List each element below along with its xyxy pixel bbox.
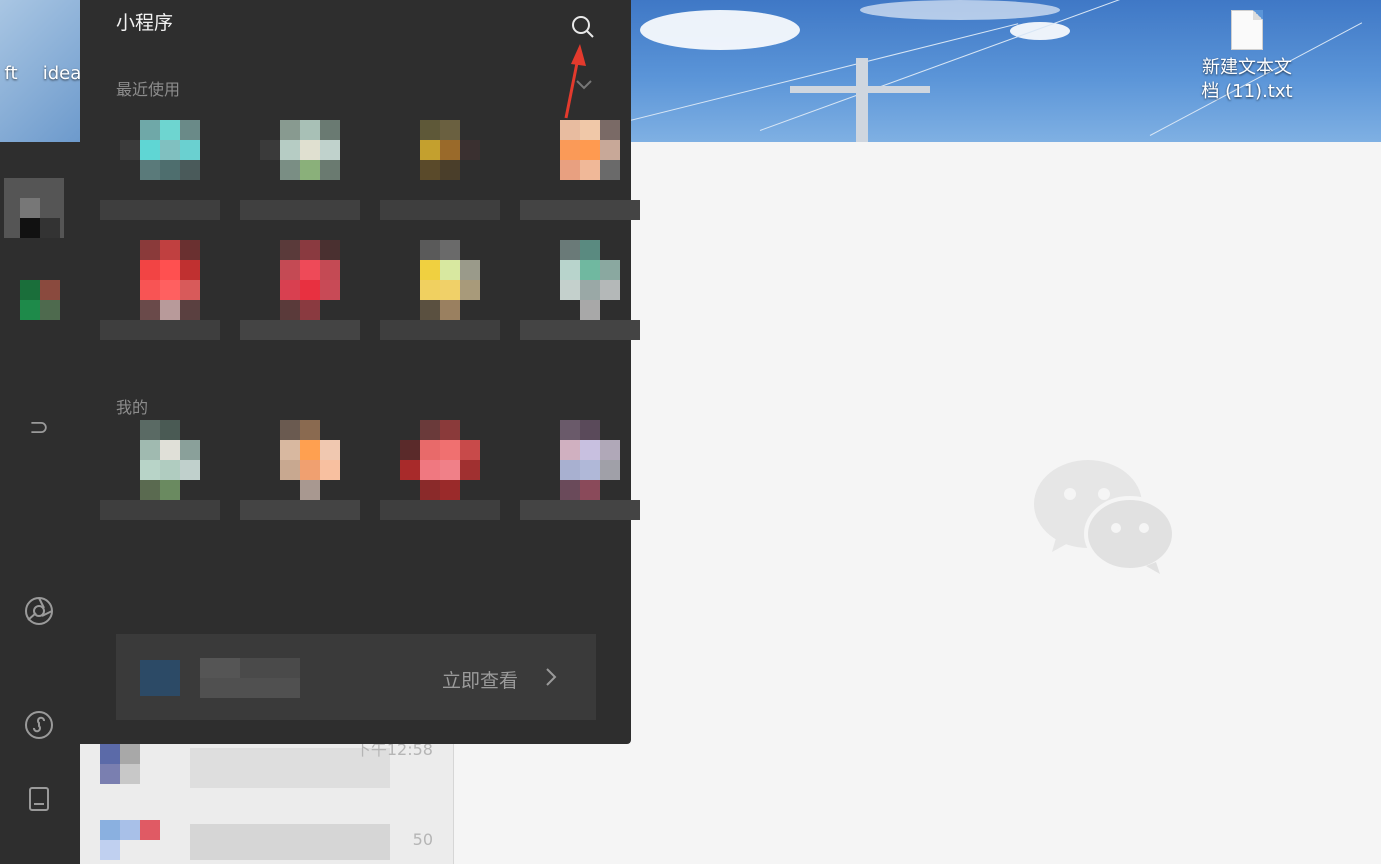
app-name [520,320,640,340]
recent-section-label: 最近使用 [116,80,181,99]
app-icon [540,420,620,500]
chat-preview[interactable] [190,824,390,860]
text-file-icon [1231,10,1263,50]
cloud [640,10,800,50]
phone-nav-icon[interactable] [24,784,54,814]
app-name [100,500,220,520]
contacts-nav-icon[interactable]: ⊃ [24,412,54,442]
mini-program-tile[interactable] [520,120,640,240]
app-icon [260,420,340,500]
desktop-icon-idea[interactable]: idea [40,62,84,86]
app-name [520,500,640,520]
app-icon [120,120,200,200]
mini-program-tile[interactable] [380,240,500,360]
app-name [240,500,360,520]
app-icon [120,240,200,320]
mini-program-tile[interactable] [520,240,640,360]
cloud [1010,22,1070,40]
banner-title [200,658,340,698]
app-name [380,200,500,220]
cloud [860,0,1060,20]
chat-avatar[interactable] [100,744,180,800]
app-name [100,200,220,220]
utility-pole-crossarm [790,86,930,93]
mini-program-tile[interactable] [240,420,360,540]
desktop-file-icon[interactable]: 新建文本文 档 (11).txt [1192,10,1302,104]
app-icon [540,120,620,200]
mini-program-tile[interactable] [240,120,360,240]
app-icon [260,120,340,200]
banner-thumbnail [140,660,180,696]
mine-section-label: 我的 [116,398,149,417]
app-name [520,200,640,220]
mini-program-panel: 小程序 最近使用 我的 立即查看 [80,0,640,744]
panel-title: 小程序 [116,12,174,34]
avatar[interactable] [4,178,64,238]
chevron-right-icon [546,668,557,686]
mini-program-tile[interactable] [380,420,500,540]
app-name [240,320,360,340]
chat-list: 下午12:58 50 [80,740,454,864]
app-name [380,320,500,340]
app-icon [260,240,340,320]
search-icon[interactable] [570,14,596,40]
chat-nav-icon[interactable] [20,280,60,320]
app-icon [540,240,620,320]
moments-nav-icon[interactable] [24,596,54,626]
app-name [100,320,220,340]
mini-program-tile[interactable] [380,120,500,240]
mini-program-tile[interactable] [100,120,220,240]
mini-program-tile[interactable] [240,240,360,360]
chevron-down-icon[interactable] [574,76,594,92]
mini-program-tile[interactable] [100,420,220,540]
promo-banner[interactable]: 立即查看 [116,634,596,720]
mini-program-nav-icon[interactable] [24,710,54,740]
app-icon [400,240,480,320]
app-icon [400,120,480,200]
app-name [240,200,360,220]
file-name-line1: 新建文本文 [1202,57,1292,78]
wechat-sidebar: ⊃ [0,142,80,864]
mini-program-tile[interactable] [100,240,220,360]
mini-program-tile[interactable] [520,420,640,540]
app-icon [120,420,200,500]
wechat-logo-watermark [1034,460,1176,574]
chat-time: 50 [412,830,433,849]
view-now-label: 立即查看 [442,670,519,692]
chat-avatar[interactable] [100,820,180,864]
desktop-icon-left-1[interactable]: ft [0,62,26,86]
file-name-line2: 档 (11).txt [1201,81,1293,102]
app-icon [400,420,480,500]
utility-pole [856,58,868,142]
app-name [380,500,500,520]
